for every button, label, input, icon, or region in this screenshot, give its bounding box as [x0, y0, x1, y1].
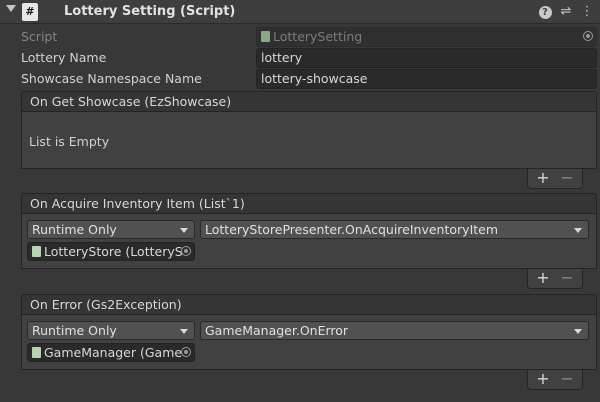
event-header-on-get-showcase: On Get Showcase (EzShowcase) — [21, 91, 597, 112]
object-picker-icon[interactable] — [181, 246, 191, 256]
runtime-mode-dropdown[interactable]: Runtime Only — [27, 220, 195, 239]
runtime-mode-value: Runtime Only — [32, 323, 117, 338]
chevron-down-icon — [574, 329, 582, 334]
runtime-mode-value: Runtime Only — [32, 222, 117, 237]
target-object-value: GameManager (Game — [44, 345, 183, 360]
lottery-name-label: Lottery Name — [21, 50, 107, 65]
script-label: Script — [21, 29, 58, 44]
script-value: LotterySetting — [273, 29, 363, 44]
event-header-on-error: On Error (Gs2Exception) — [21, 294, 597, 315]
script-field: LotterySetting — [256, 27, 597, 47]
target-object-field[interactable]: GameManager (Game — [27, 343, 195, 362]
kebab-menu-icon[interactable]: ⋮ — [578, 3, 596, 21]
function-value: GameManager.OnError — [205, 323, 349, 338]
foldout-arrow-icon[interactable] — [6, 5, 16, 12]
showcase-namespace-label: Showcase Namespace Name — [21, 71, 202, 86]
showcase-namespace-input[interactable]: lottery-showcase — [256, 69, 597, 89]
object-picker-icon — [583, 31, 593, 41]
event-header-on-acquire-inventory-item: On Acquire Inventory Item (List`1) — [21, 193, 597, 214]
preset-icon[interactable]: ⇌ — [557, 3, 575, 21]
add-item-button[interactable]: + — [536, 370, 550, 388]
object-picker-icon[interactable] — [181, 347, 191, 357]
target-object-field[interactable]: LotteryStore (LotteryS — [27, 242, 195, 261]
list-empty-text: List is Empty — [29, 134, 110, 149]
function-dropdown[interactable]: GameManager.OnError — [200, 321, 589, 340]
help-icon[interactable]: ? — [536, 3, 554, 21]
chevron-down-icon — [574, 228, 582, 233]
chevron-down-icon — [180, 329, 188, 334]
lottery-name-input[interactable]: lottery — [256, 48, 597, 68]
component-title: Lottery Setting (Script) — [64, 4, 236, 19]
add-item-button[interactable]: + — [536, 269, 550, 287]
add-item-button[interactable]: + — [536, 169, 550, 187]
remove-item-button[interactable]: − — [560, 169, 574, 187]
chevron-down-icon — [180, 228, 188, 233]
runtime-mode-dropdown[interactable]: Runtime Only — [27, 321, 195, 340]
script-file-icon — [32, 246, 41, 257]
remove-item-button[interactable]: − — [560, 269, 574, 287]
target-object-value: LotteryStore (LotteryS — [44, 244, 183, 259]
script-icon: # — [22, 3, 38, 21]
script-file-icon — [32, 347, 41, 358]
script-file-icon — [261, 31, 270, 42]
function-dropdown[interactable]: LotteryStorePresenter.OnAcquireInventory… — [200, 220, 589, 239]
function-value: LotteryStorePresenter.OnAcquireInventory… — [205, 222, 499, 237]
remove-item-button[interactable]: − — [560, 370, 574, 388]
